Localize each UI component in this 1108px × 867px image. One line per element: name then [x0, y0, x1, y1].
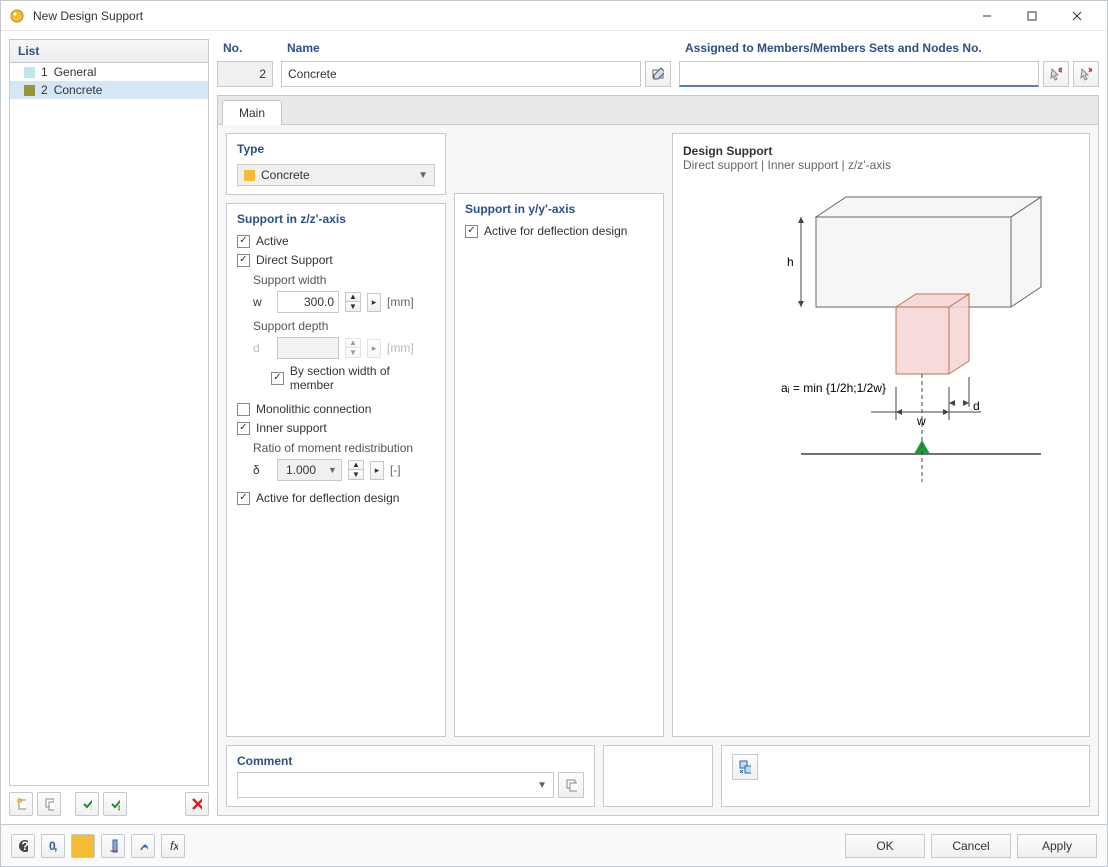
name-label: Name — [281, 39, 671, 57]
chevron-down-icon: ▼ — [418, 170, 428, 181]
window-title: New Design Support — [33, 9, 964, 23]
svg-text:,00: ,00 — [54, 839, 58, 853]
width-step-button[interactable]: ▸ — [367, 293, 381, 312]
name-edit-button[interactable] — [645, 61, 671, 87]
comment-header: Comment — [237, 754, 584, 768]
name-input[interactable] — [281, 61, 641, 87]
ratio-value[interactable]: 1.000 — [278, 460, 324, 480]
support-diagram: h aᵢ = min {1/2h;1/2w} — [711, 182, 1051, 492]
new-button[interactable] — [9, 792, 33, 816]
no-label: No. — [217, 39, 273, 57]
side-panel-1 — [603, 745, 713, 807]
svg-text:aᵢ = min {1/2h;1/2w}: aᵢ = min {1/2h;1/2w} — [781, 381, 886, 395]
width-input[interactable] — [277, 291, 339, 313]
pick-button-1[interactable] — [1043, 61, 1069, 87]
tab-main[interactable]: Main — [222, 100, 282, 125]
check-button-2[interactable] — [103, 792, 127, 816]
comment-lib-button[interactable] — [558, 772, 584, 798]
help-button[interactable]: ? — [11, 834, 35, 858]
delete-button[interactable] — [185, 792, 209, 816]
ratio-spinner[interactable]: ▲▼ — [348, 460, 364, 480]
deflection-y-checkbox[interactable]: Active for deflection design — [465, 224, 653, 238]
svg-text:h: h — [787, 255, 794, 269]
monolithic-checkbox[interactable]: Monolithic connection — [237, 402, 435, 416]
diagram-title: Design Support — [683, 144, 1079, 158]
depth-input — [277, 337, 339, 359]
color-swatch — [24, 67, 35, 78]
minimize-button[interactable] — [964, 1, 1009, 30]
width-spinner[interactable]: ▲▼ — [345, 292, 361, 312]
list-panel: List 1 General 2 Concrete — [9, 39, 209, 786]
check-button-1[interactable] — [75, 792, 99, 816]
type-dropdown[interactable]: Concrete ▼ — [237, 164, 435, 186]
type-color-swatch — [244, 170, 255, 181]
support-y-header: Support in y/y'-axis — [465, 202, 653, 216]
assigned-label: Assigned to Members/Members Sets and Nod… — [679, 39, 1099, 57]
apply-button[interactable]: Apply — [1017, 834, 1097, 858]
depth-var: d — [253, 341, 271, 355]
close-button[interactable] — [1054, 1, 1099, 30]
type-header: Type — [237, 142, 435, 156]
width-unit: [mm] — [387, 295, 414, 309]
ratio-var: δ — [253, 463, 271, 477]
support-depth-label: Support depth — [253, 319, 435, 333]
list-item-label: Concrete — [54, 83, 103, 97]
inner-support-checkbox[interactable]: Inner support — [237, 421, 435, 435]
chevron-down-icon[interactable]: ▼ — [324, 465, 341, 475]
ok-button[interactable]: OK — [845, 834, 925, 858]
copy-button[interactable] — [37, 792, 61, 816]
preview-settings-button[interactable] — [732, 754, 758, 780]
support-width-label: Support width — [253, 273, 435, 287]
svg-text:d: d — [973, 399, 980, 413]
maximize-button[interactable] — [1009, 1, 1054, 30]
list-header: List — [10, 40, 208, 63]
no-input[interactable]: 2 — [217, 61, 273, 87]
svg-text:?: ? — [21, 839, 28, 853]
svg-text:w: w — [916, 414, 926, 428]
list-item-num: 1 — [41, 65, 48, 79]
list-item-concrete[interactable]: 2 Concrete — [10, 81, 208, 99]
chevron-down-icon: ▼ — [537, 780, 547, 791]
tool-button-3[interactable]: fx — [161, 834, 185, 858]
tool-button-2[interactable] — [131, 834, 155, 858]
list-item-num: 2 — [41, 83, 48, 97]
list-item-label: General — [54, 65, 97, 79]
list-item-general[interactable]: 1 General — [10, 63, 208, 81]
pick-button-2[interactable] — [1073, 61, 1099, 87]
title-bar: New Design Support — [1, 1, 1107, 31]
type-value: Concrete — [261, 168, 412, 182]
color-button[interactable] — [71, 834, 95, 858]
cancel-button[interactable]: Cancel — [931, 834, 1011, 858]
diagram-subtitle: Direct support | Inner support | z/z'-ax… — [683, 158, 1079, 172]
color-swatch — [24, 85, 35, 96]
direct-support-checkbox[interactable]: Direct Support — [237, 253, 435, 267]
by-section-checkbox[interactable]: By section width of member — [253, 364, 435, 392]
app-icon — [9, 8, 25, 24]
support-z-header: Support in z/z'-axis — [237, 212, 435, 226]
width-var: w — [253, 295, 271, 309]
units-button[interactable]: 0,00 — [41, 834, 65, 858]
ratio-unit: [-] — [390, 463, 401, 477]
depth-step-button: ▸ — [367, 339, 381, 358]
tool-button-1[interactable] — [101, 834, 125, 858]
deflection-z-checkbox[interactable]: Active for deflection design — [237, 491, 435, 505]
active-checkbox[interactable]: Active — [237, 234, 435, 248]
ratio-label: Ratio of moment redistribution — [253, 441, 435, 455]
depth-spinner: ▲▼ — [345, 338, 361, 358]
assigned-input[interactable] — [679, 61, 1039, 87]
ratio-step-button[interactable]: ▸ — [370, 461, 384, 480]
depth-unit: [mm] — [387, 341, 414, 355]
comment-dropdown[interactable]: ▼ — [237, 772, 554, 798]
svg-text:fx: fx — [170, 839, 178, 853]
